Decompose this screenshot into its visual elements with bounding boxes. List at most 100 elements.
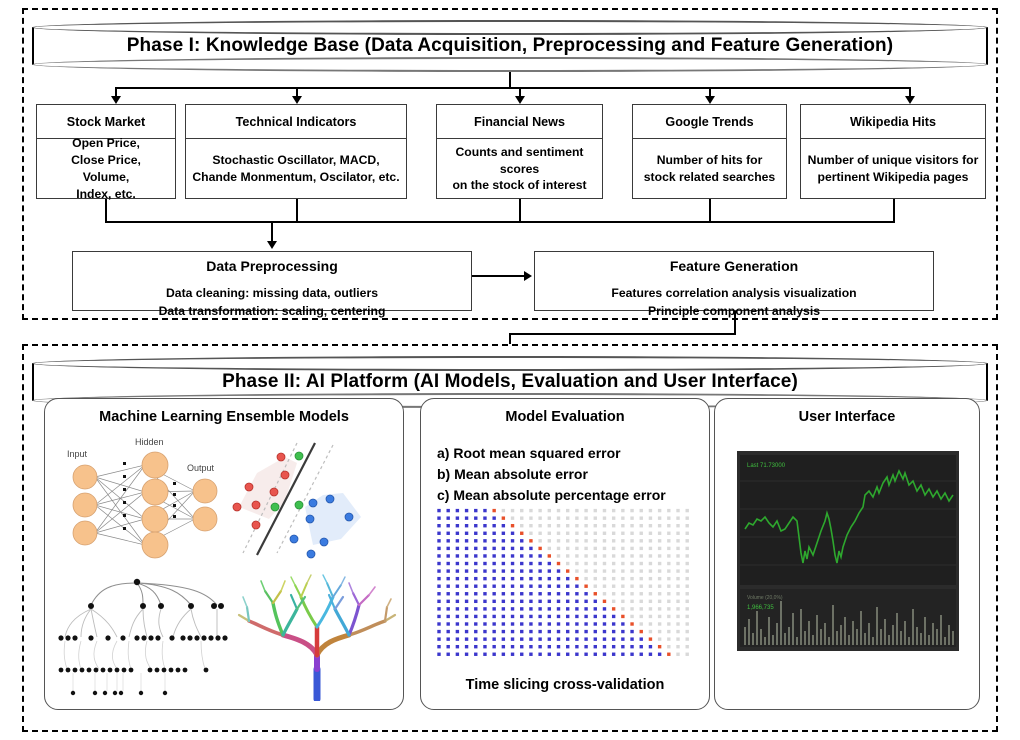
cv-dot — [584, 524, 588, 528]
cv-dot — [492, 614, 496, 619]
cv-dot — [584, 531, 588, 535]
cv-dot — [492, 592, 496, 596]
cv-dot — [566, 561, 570, 566]
cv-dot — [593, 554, 597, 558]
svm-scatter-illustration — [227, 435, 395, 565]
cv-dot — [648, 644, 653, 649]
cv-dot — [630, 531, 634, 535]
cv-dot — [602, 614, 607, 619]
phase1-arrow-2 — [292, 96, 302, 104]
cv-dot — [667, 584, 671, 588]
merge-stub-4 — [709, 199, 711, 221]
cv-dot — [566, 554, 570, 558]
cv-dot — [676, 561, 680, 566]
cv-dot — [446, 592, 450, 596]
cv-dot — [492, 584, 496, 588]
cv-dot — [593, 561, 597, 566]
preprocessing-lines: Data cleaning: missing data, outliers Da… — [158, 286, 386, 318]
cv-dot — [667, 644, 671, 649]
cv-dot — [602, 539, 607, 543]
cv-dot — [593, 524, 597, 528]
cv-dot — [584, 622, 588, 626]
cv-dot — [611, 561, 616, 566]
cv-dot — [529, 516, 533, 520]
cv-dot — [492, 539, 496, 543]
cv-dot — [547, 599, 552, 604]
cv-dot — [611, 622, 616, 626]
cv-dot — [474, 531, 478, 535]
cv-dot — [538, 554, 542, 558]
cv-dot — [630, 524, 634, 528]
cv-dot — [630, 622, 634, 626]
cv-dot — [538, 599, 542, 604]
cv-dot — [639, 592, 643, 596]
cv-dot — [483, 592, 487, 596]
cv-dot — [584, 629, 588, 634]
cv-dot — [446, 561, 450, 566]
cv-dot — [648, 607, 653, 611]
diagram-root: Phase I: Knowledge Base (Data Acquisitio… — [0, 0, 1020, 740]
cv-dot — [667, 546, 671, 551]
cv-dot — [639, 614, 643, 619]
cv-dot — [492, 561, 496, 566]
cv-dot — [667, 516, 671, 520]
cv-dot — [611, 607, 616, 611]
cv-dot — [667, 531, 671, 535]
cv-dot — [630, 576, 634, 581]
cv-dot — [483, 546, 487, 551]
cv-dot — [667, 607, 671, 611]
cv-dot — [657, 508, 662, 513]
cv-dot — [547, 614, 552, 619]
cv-dot — [639, 622, 643, 626]
cv-dot — [474, 629, 478, 634]
cv-dot — [483, 652, 487, 656]
nn-hidden-label: Hidden — [135, 437, 164, 447]
cv-dot — [455, 569, 460, 573]
cv-dot — [611, 614, 616, 619]
panel-user-interface: User Interface Last 71.73000 Volume (20,… — [714, 398, 980, 710]
cv-dot — [437, 614, 441, 619]
cv-dot — [464, 629, 469, 634]
cv-dot — [455, 607, 460, 611]
cv-dot — [630, 554, 634, 558]
cv-dot — [630, 629, 634, 634]
cv-dot — [657, 524, 662, 528]
cv-dot — [602, 637, 607, 641]
cv-dot — [685, 539, 689, 543]
cv-dot — [584, 546, 588, 551]
source-box-google-trends: Google Trends Number of hits for stock r… — [632, 104, 787, 199]
cv-dot — [455, 554, 460, 558]
cv-dot — [575, 508, 579, 513]
preproc-to-feature-arrow — [524, 271, 532, 281]
cv-dot — [685, 516, 689, 520]
cv-dot — [566, 531, 570, 535]
cv-dot — [593, 569, 597, 573]
cv-dot — [510, 607, 515, 611]
cv-dot — [446, 546, 450, 551]
merge-stub-5 — [893, 199, 895, 221]
cv-dot — [529, 561, 533, 566]
cv-dot — [529, 637, 533, 641]
cv-dot — [501, 531, 506, 535]
cv-dot — [538, 614, 542, 619]
phase1-arrow-5 — [905, 96, 915, 104]
cv-dot — [639, 607, 643, 611]
cv-dot — [648, 569, 653, 573]
cv-dot — [575, 539, 579, 543]
source-title: Technical Indicators — [186, 105, 406, 139]
cv-dot — [648, 622, 653, 626]
cv-dot — [676, 629, 680, 634]
cv-dot — [566, 637, 570, 641]
cv-dot — [648, 531, 653, 535]
cv-dot — [667, 622, 671, 626]
cv-dot — [685, 524, 689, 528]
cv-dot — [602, 554, 607, 558]
cv-dot — [630, 516, 634, 520]
cv-dot — [685, 531, 689, 535]
cv-dot — [676, 516, 680, 520]
phase1-arrow-3 — [515, 96, 525, 104]
cv-dot — [446, 622, 450, 626]
cv-dot — [483, 614, 487, 619]
cv-dot — [446, 652, 450, 656]
cv-dot — [437, 516, 441, 520]
